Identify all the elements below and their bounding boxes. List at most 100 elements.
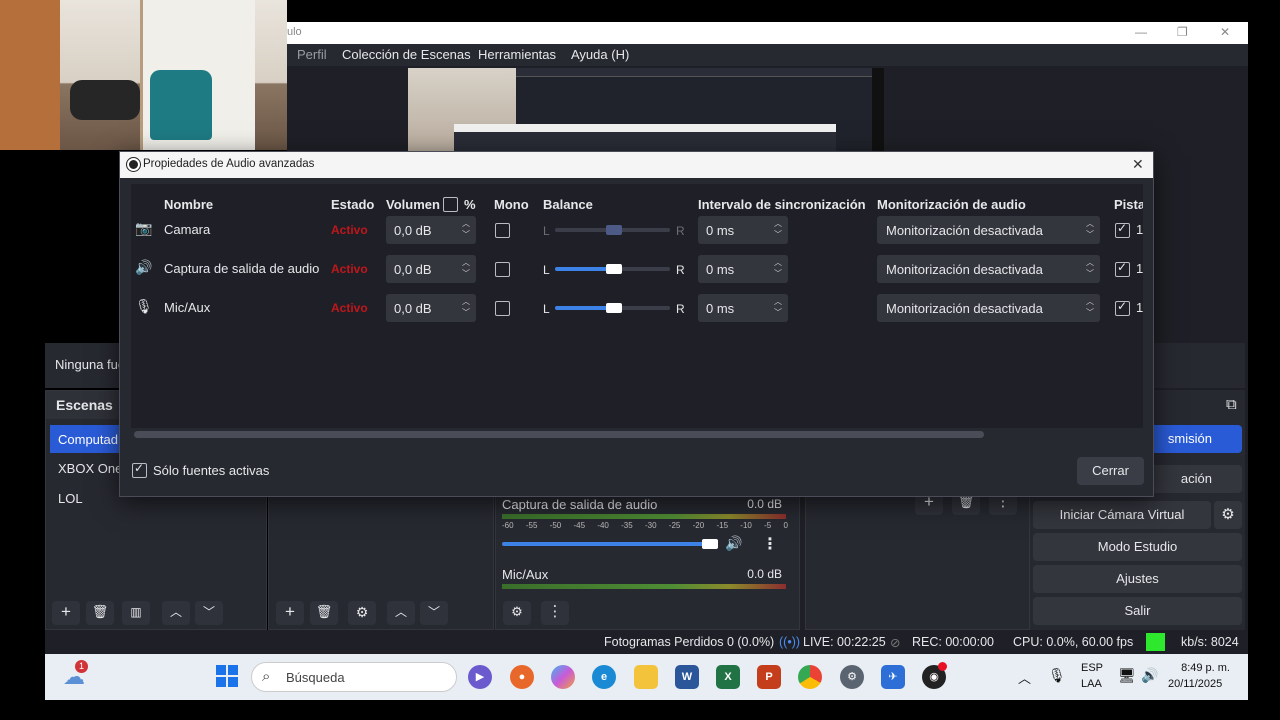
firefox-icon[interactable]: ●: [510, 665, 534, 689]
windows-taskbar: ☁ 1 ⌕ Búsqueda ▶ ● e W X P ⚙ ✈ ◉ ︿ 🎙 ESP…: [45, 654, 1248, 700]
dock-icon[interactable]: ⧉: [1226, 396, 1237, 413]
sync-value: 0 ms: [706, 223, 735, 238]
mono-checkbox[interactable]: [495, 301, 510, 316]
settings-button[interactable]: Ajustes: [1033, 565, 1242, 593]
trash-icon[interactable]: 🗑: [86, 601, 114, 625]
powerpoint-icon[interactable]: P: [757, 665, 781, 689]
file-explorer-icon[interactable]: [634, 665, 658, 689]
chevron-up-icon[interactable]: ︿: [162, 601, 190, 625]
balance-knob[interactable]: [606, 225, 622, 235]
webcam-shelf: [0, 0, 60, 150]
speaker-icon[interactable]: 🔊: [725, 535, 742, 552]
excel-icon[interactable]: X: [716, 665, 740, 689]
volume-slider[interactable]: [502, 539, 718, 549]
language-bottom[interactable]: LAA: [1081, 678, 1102, 690]
mono-checkbox[interactable]: [495, 223, 510, 238]
volume-value: 0,0 dB: [394, 223, 432, 238]
menu-ayuda[interactable]: Ayuda (H): [571, 47, 629, 62]
mono-checkbox[interactable]: [495, 262, 510, 277]
header-volume: Volumen: [386, 197, 440, 212]
add-scene-icon[interactable]: +: [52, 601, 80, 625]
virtual-camera-button[interactable]: Iniciar Cámara Virtual: [1033, 501, 1211, 529]
menu-herramientas[interactable]: Herramientas: [478, 47, 556, 62]
filter-icon[interactable]: ▥: [122, 601, 150, 625]
clock-date[interactable]: 20/11/2025: [1168, 678, 1222, 690]
balance-slider[interactable]: [555, 303, 670, 313]
preview-inner: [408, 68, 872, 158]
only-active-checkbox[interactable]: [132, 461, 147, 478]
scrollbar-thumb[interactable]: [134, 431, 984, 438]
menu-perfil[interactable]: Perfil: [297, 47, 327, 62]
monitoring-select[interactable]: Monitorización desactivada ︿ ﹀: [877, 294, 1100, 322]
volume-slider-knob[interactable]: [702, 539, 718, 549]
gear-icon[interactable]: ⚙: [503, 601, 531, 625]
spin-arrows-icon[interactable]: ︿ ﹀: [462, 218, 470, 240]
audio-mixer-panel: Captura de salida de audio 0.0 dB -60 -55…: [495, 488, 800, 630]
track-1-checkbox[interactable]: [1115, 260, 1130, 277]
windows-start-icon[interactable]: [216, 665, 238, 687]
add-source-icon[interactable]: +: [276, 601, 304, 625]
studio-mode-button[interactable]: Modo Estudio: [1033, 533, 1242, 561]
volume-percent-checkbox[interactable]: [443, 197, 458, 212]
volume-meter: [502, 514, 786, 519]
spin-arrows-icon[interactable]: ︿ ﹀: [774, 257, 782, 279]
taskbar-search[interactable]: ⌕ Búsqueda: [251, 662, 457, 692]
preview-canvas[interactable]: [408, 68, 884, 158]
horizontal-scrollbar[interactable]: [131, 428, 1143, 441]
edge-icon[interactable]: e: [592, 665, 616, 689]
word-icon[interactable]: W: [675, 665, 699, 689]
more-options-icon[interactable]: ⋮: [541, 601, 569, 625]
track-1-checkbox[interactable]: [1115, 221, 1130, 238]
balance-knob[interactable]: [606, 303, 622, 313]
menubar: Perfil Colección de Escenas Herramientas…: [287, 44, 1248, 66]
trash-icon[interactable]: 🗑: [310, 601, 338, 625]
more-options-icon[interactable]: ⋮: [762, 534, 778, 554]
spin-arrows-icon[interactable]: ︿ ﹀: [774, 218, 782, 240]
gear-icon[interactable]: ⚙: [1214, 501, 1242, 529]
chevron-down-icon[interactable]: ﹀: [195, 601, 223, 625]
language-top[interactable]: ESP: [1081, 662, 1103, 674]
balance-knob[interactable]: [606, 264, 622, 274]
chevron-up-icon[interactable]: ︿: [387, 601, 415, 625]
copilot-icon[interactable]: [551, 665, 575, 689]
select-arrows-icon: ︿ ﹀: [1086, 297, 1094, 317]
gear-icon[interactable]: ⚙: [348, 601, 376, 625]
close-icon[interactable]: ✕: [1132, 156, 1144, 173]
sync-offset-spinbox[interactable]: 0 ms ︿ ﹀: [698, 216, 788, 244]
volume-spinbox[interactable]: 0,0 dB ︿ ﹀: [386, 216, 476, 244]
select-arrows-icon: ︿ ﹀: [1086, 219, 1094, 239]
spin-arrows-icon[interactable]: ︿ ﹀: [462, 257, 470, 279]
spin-arrows-icon[interactable]: ︿ ﹀: [462, 296, 470, 318]
volume-spinbox[interactable]: 0,0 dB ︿ ﹀: [386, 255, 476, 283]
close-icon[interactable]: ✕: [1220, 25, 1230, 39]
balance-slider[interactable]: [555, 264, 670, 274]
menu-coleccion[interactable]: Colección de Escenas: [342, 47, 471, 62]
sync-offset-spinbox[interactable]: 0 ms ︿ ﹀: [698, 255, 788, 283]
notification-badge: 1: [75, 660, 88, 673]
exit-button[interactable]: Salir: [1033, 597, 1242, 625]
minimize-icon[interactable]: —: [1135, 25, 1147, 39]
balance-slider[interactable]: [555, 225, 670, 235]
restore-icon[interactable]: ❐: [1177, 25, 1188, 39]
only-active-label: Sólo fuentes activas: [153, 463, 270, 478]
meet-icon[interactable]: ▶: [468, 665, 492, 689]
close-button[interactable]: Cerrar: [1077, 457, 1144, 485]
track-1-checkbox[interactable]: [1115, 299, 1130, 316]
volume-spinbox[interactable]: 0,0 dB ︿ ﹀: [386, 294, 476, 322]
settings-icon[interactable]: ⚙: [840, 665, 864, 689]
chevron-down-icon[interactable]: ﹀: [420, 601, 448, 625]
chevron-up-icon[interactable]: ︿: [1018, 668, 1031, 687]
app-icon[interactable]: ✈: [881, 665, 905, 689]
clock-time[interactable]: 8:49 p. m.: [1181, 662, 1230, 674]
monitoring-select[interactable]: Monitorización desactivada ︿ ﹀: [877, 216, 1100, 244]
balance-right-label: R: [676, 263, 685, 277]
sync-offset-spinbox[interactable]: 0 ms ︿ ﹀: [698, 294, 788, 322]
monitoring-select[interactable]: Monitorización desactivada ︿ ﹀: [877, 255, 1100, 283]
network-icon[interactable]: 🖥: [1118, 667, 1136, 684]
chrome-icon[interactable]: [798, 665, 822, 689]
balance-left-label: L: [543, 302, 550, 316]
microphone-icon[interactable]: 🎙: [1048, 667, 1066, 684]
meter-scale-tick: -10: [740, 521, 752, 530]
spin-arrows-icon[interactable]: ︿ ﹀: [774, 296, 782, 318]
volume-icon[interactable]: 🔊: [1141, 667, 1158, 684]
